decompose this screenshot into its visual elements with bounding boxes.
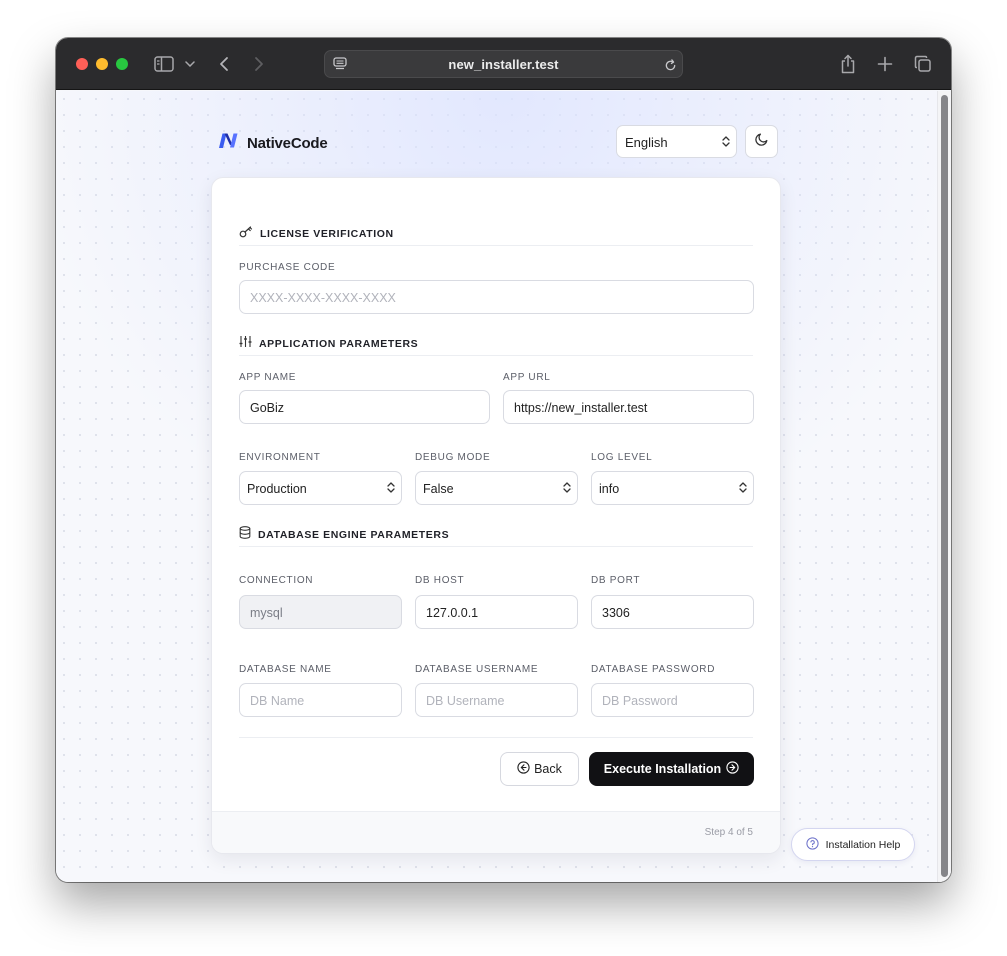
back-button[interactable]: Back [500,752,579,786]
divider [239,737,753,738]
db-username-label: DATABASE USERNAME [415,664,539,675]
license-section-header: LICENSE VERIFICATION [239,225,394,243]
select-arrows-icon [739,481,747,497]
log-level-label: LOG LEVEL [591,452,653,463]
execute-installation-button[interactable]: Execute Installation [589,752,754,786]
help-circle-icon [806,836,819,853]
back-button-label: Back [534,762,562,776]
divider [239,245,753,246]
nativecode-logo-icon [218,132,239,154]
back-arrow-icon[interactable] [216,52,232,76]
url-text[interactable]: new_installer.test [325,57,682,72]
debug-mode-label: DEBUG MODE [415,452,491,463]
minimize-window-button[interactable] [96,58,108,70]
tab-overview-icon[interactable] [913,52,933,76]
database-icon [239,526,251,544]
browser-window: new_installer.test NativeCode English LI… [56,38,951,882]
chevron-down-icon[interactable] [184,52,196,76]
app-name-input[interactable]: GoBiz [239,390,490,424]
language-select[interactable]: English [616,125,737,158]
close-window-button[interactable] [76,58,88,70]
select-arrows-icon [722,135,730,151]
db-username-placeholder: DB Username [426,694,505,708]
app-url-value: https://new_installer.test [514,401,648,415]
address-bar[interactable]: new_installer.test [324,50,683,78]
arrow-left-circle-icon [517,761,530,777]
application-section-header: APPLICATION PARAMETERS [239,335,418,353]
purchase-code-label: PURCHASE CODE [239,262,336,273]
arrow-right-circle-icon [726,761,739,777]
installation-help-label: Installation Help [825,838,901,851]
scrollbar-thumb[interactable] [941,95,948,877]
application-section-title: APPLICATION PARAMETERS [259,338,419,350]
db-username-input[interactable]: DB Username [415,683,578,717]
card-footer: Step 4 of 5 [212,811,780,853]
page-viewport: NativeCode English LICENSE VERIFICATION [56,91,951,882]
db-name-label: DATABASE NAME [239,664,332,675]
browser-toolbar: new_installer.test [56,38,951,90]
divider [239,546,753,547]
db-host-label: DB HOST [415,575,465,586]
app-url-label: APP URL [503,372,551,383]
installer-card: LICENSE VERIFICATION PURCHASE CODE XXXX-… [211,177,781,854]
brand-name: NativeCode [247,134,328,152]
log-level-select[interactable]: info [591,471,754,505]
reload-icon[interactable] [662,56,678,74]
purchase-code-input[interactable]: XXXX-XXXX-XXXX-XXXX [239,280,754,314]
environment-select[interactable]: Production [239,471,402,505]
new-tab-icon[interactable] [876,52,894,76]
db-port-value: 3306 [602,606,630,620]
db-name-placeholder: DB Name [250,694,305,708]
share-icon[interactable] [839,52,857,76]
license-section-title: LICENSE VERIFICATION [260,228,394,240]
environment-value: Production [247,482,307,496]
debug-mode-select[interactable]: False [415,471,578,505]
language-select-value: English [625,135,668,150]
connection-label: CONNECTION [239,575,314,586]
sidebar-toggle-icon[interactable] [153,52,175,76]
step-indicator: Step 4 of 5 [704,827,753,838]
log-level-value: info [599,482,620,496]
db-name-input[interactable]: DB Name [239,683,402,717]
divider [239,355,753,356]
key-icon [239,225,253,243]
db-host-value: 127.0.0.1 [426,606,479,620]
select-arrows-icon [563,481,571,497]
db-host-input[interactable]: 127.0.0.1 [415,595,578,629]
scrollbar[interactable] [937,91,951,882]
sliders-icon [239,335,252,353]
db-password-label: DATABASE PASSWORD [591,664,716,675]
db-port-input[interactable]: 3306 [591,595,754,629]
execute-button-label: Execute Installation [603,762,722,776]
database-section-header: DATABASE ENGINE PARAMETERS [239,526,449,544]
select-arrows-icon [387,481,395,497]
db-password-input[interactable]: DB Password [591,683,754,717]
app-url-input[interactable]: https://new_installer.test [503,390,754,424]
connection-value: mysql [250,606,283,620]
app-name-value: GoBiz [250,401,285,415]
zoom-window-button[interactable] [116,58,128,70]
moon-icon [754,132,769,151]
brand-logo[interactable]: NativeCode [218,133,328,153]
db-password-placeholder: DB Password [602,694,678,708]
purchase-code-placeholder: XXXX-XXXX-XXXX-XXXX [250,291,396,305]
environment-label: ENVIRONMENT [239,452,321,463]
database-section-title: DATABASE ENGINE PARAMETERS [258,529,450,541]
installation-help-button[interactable]: Installation Help [791,828,915,861]
app-name-label: APP NAME [239,372,297,383]
db-port-label: DB PORT [591,575,641,586]
debug-mode-value: False [423,482,454,496]
forward-arrow-icon[interactable] [251,52,267,76]
dark-mode-toggle[interactable] [745,125,778,158]
connection-input: mysql [239,595,402,629]
